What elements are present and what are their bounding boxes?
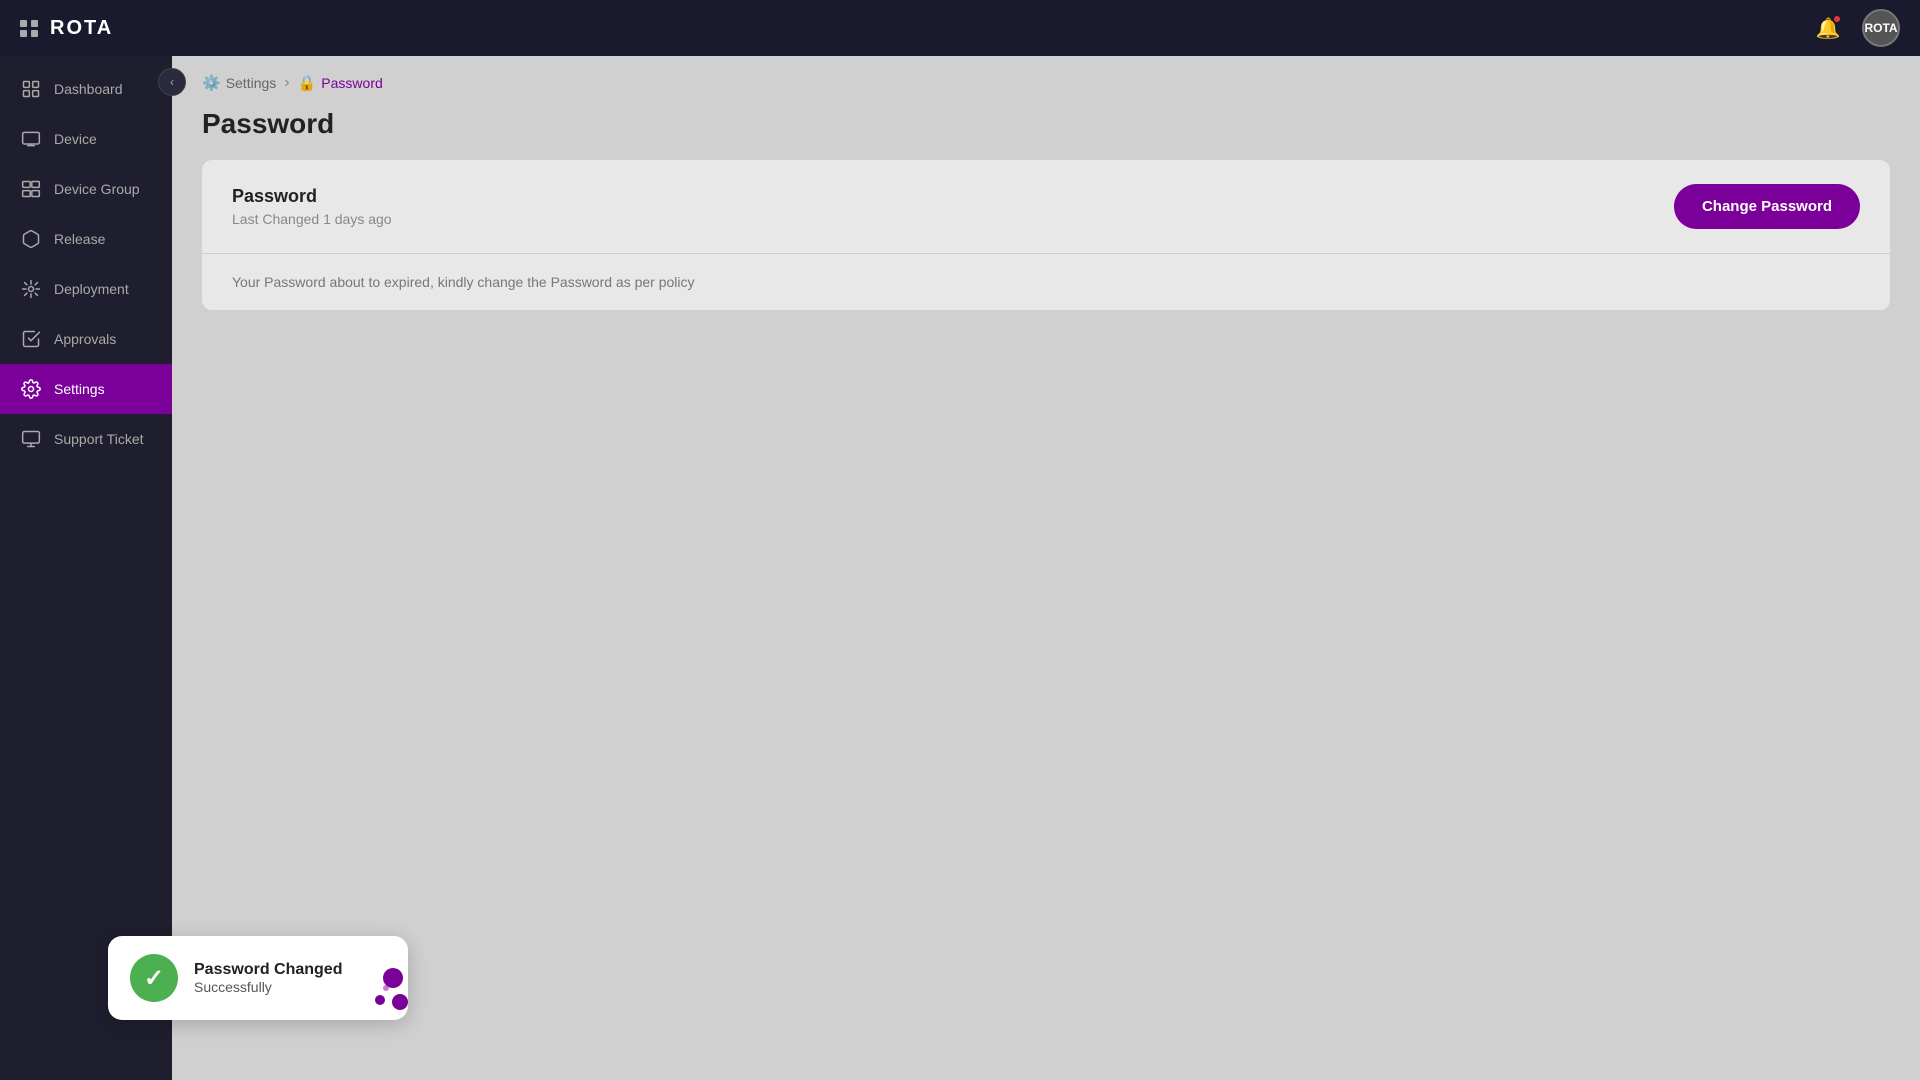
breadcrumb-current: 🔒 Password bbox=[298, 74, 383, 92]
card-title: Password bbox=[232, 186, 392, 207]
device-icon bbox=[20, 128, 42, 150]
sidebar-label-release: Release bbox=[54, 231, 105, 247]
checkmark-icon: ✓ bbox=[144, 964, 164, 993]
content-area: ⚙️ Settings › 🔒 Password Password Passwo… bbox=[172, 56, 1920, 1080]
toast-decoration bbox=[338, 950, 408, 1020]
password-card-info: Password Last Changed 1 days ago bbox=[232, 186, 392, 227]
deployment-icon bbox=[20, 278, 42, 300]
sidebar-item-device-group[interactable]: Device Group bbox=[0, 164, 172, 214]
breadcrumb-separator: › bbox=[284, 74, 289, 92]
sidebar: ‹ Dashboard Device Device Group bbox=[0, 56, 172, 1080]
toast-notification: ✓ Password Changed Successfully bbox=[108, 936, 408, 1020]
notification-button[interactable]: 🔔 bbox=[1810, 10, 1846, 46]
password-card: Password Last Changed 1 days ago Change … bbox=[202, 160, 1890, 310]
sidebar-item-support-ticket[interactable]: Support Ticket bbox=[0, 414, 172, 464]
topbar-right: 🔔 ROTA bbox=[1810, 9, 1900, 47]
support-icon bbox=[20, 428, 42, 450]
sidebar-label-support-ticket: Support Ticket bbox=[54, 431, 144, 447]
breadcrumb-parent-label: Settings bbox=[226, 75, 277, 91]
sidebar-item-settings[interactable]: Settings bbox=[0, 364, 172, 414]
sidebar-label-device: Device bbox=[54, 131, 97, 147]
release-icon bbox=[20, 228, 42, 250]
sidebar-label-deployment: Deployment bbox=[54, 281, 129, 297]
sidebar-item-dashboard[interactable]: Dashboard bbox=[0, 64, 172, 114]
sidebar-item-deployment[interactable]: Deployment bbox=[0, 264, 172, 314]
settings-icon bbox=[20, 378, 42, 400]
sidebar-label-settings: Settings bbox=[54, 381, 105, 397]
toast-success-icon: ✓ bbox=[130, 954, 178, 1002]
sidebar-item-release[interactable]: Release bbox=[0, 214, 172, 264]
page-title: Password bbox=[172, 104, 1920, 160]
password-card-header: Password Last Changed 1 days ago Change … bbox=[202, 160, 1890, 254]
sidebar-collapse-button[interactable]: ‹ bbox=[158, 68, 186, 96]
breadcrumb-current-label: Password bbox=[321, 75, 382, 91]
breadcrumb-settings-link[interactable]: ⚙️ Settings bbox=[202, 74, 276, 92]
gear-icon: ⚙️ bbox=[202, 74, 221, 92]
approvals-icon bbox=[20, 328, 42, 350]
dashboard-icon bbox=[20, 78, 42, 100]
card-subtitle: Last Changed 1 days ago bbox=[232, 211, 392, 227]
main-layout: ‹ Dashboard Device Device Group bbox=[0, 56, 1920, 1080]
expiry-notice: Your Password about to expired, kindly c… bbox=[232, 274, 695, 290]
grid-icon[interactable] bbox=[20, 20, 38, 37]
sidebar-label-device-group: Device Group bbox=[54, 181, 140, 197]
breadcrumb: ⚙️ Settings › 🔒 Password bbox=[172, 56, 1920, 104]
topbar: ROTA 🔔 ROTA bbox=[0, 0, 1920, 56]
avatar[interactable]: ROTA bbox=[1862, 9, 1900, 47]
sidebar-item-approvals[interactable]: Approvals bbox=[0, 314, 172, 364]
chevron-left-icon: ‹ bbox=[170, 75, 174, 89]
app-logo: ROTA bbox=[50, 17, 113, 40]
sidebar-label-approvals: Approvals bbox=[54, 331, 116, 347]
topbar-left: ROTA bbox=[20, 17, 113, 40]
password-card-body: Your Password about to expired, kindly c… bbox=[202, 254, 1890, 310]
lock-icon: 🔒 bbox=[298, 74, 317, 92]
sidebar-label-dashboard: Dashboard bbox=[54, 81, 123, 97]
notification-badge bbox=[1832, 14, 1842, 24]
sidebar-item-device[interactable]: Device bbox=[0, 114, 172, 164]
device-group-icon bbox=[20, 178, 42, 200]
change-password-button[interactable]: Change Password bbox=[1674, 184, 1860, 229]
